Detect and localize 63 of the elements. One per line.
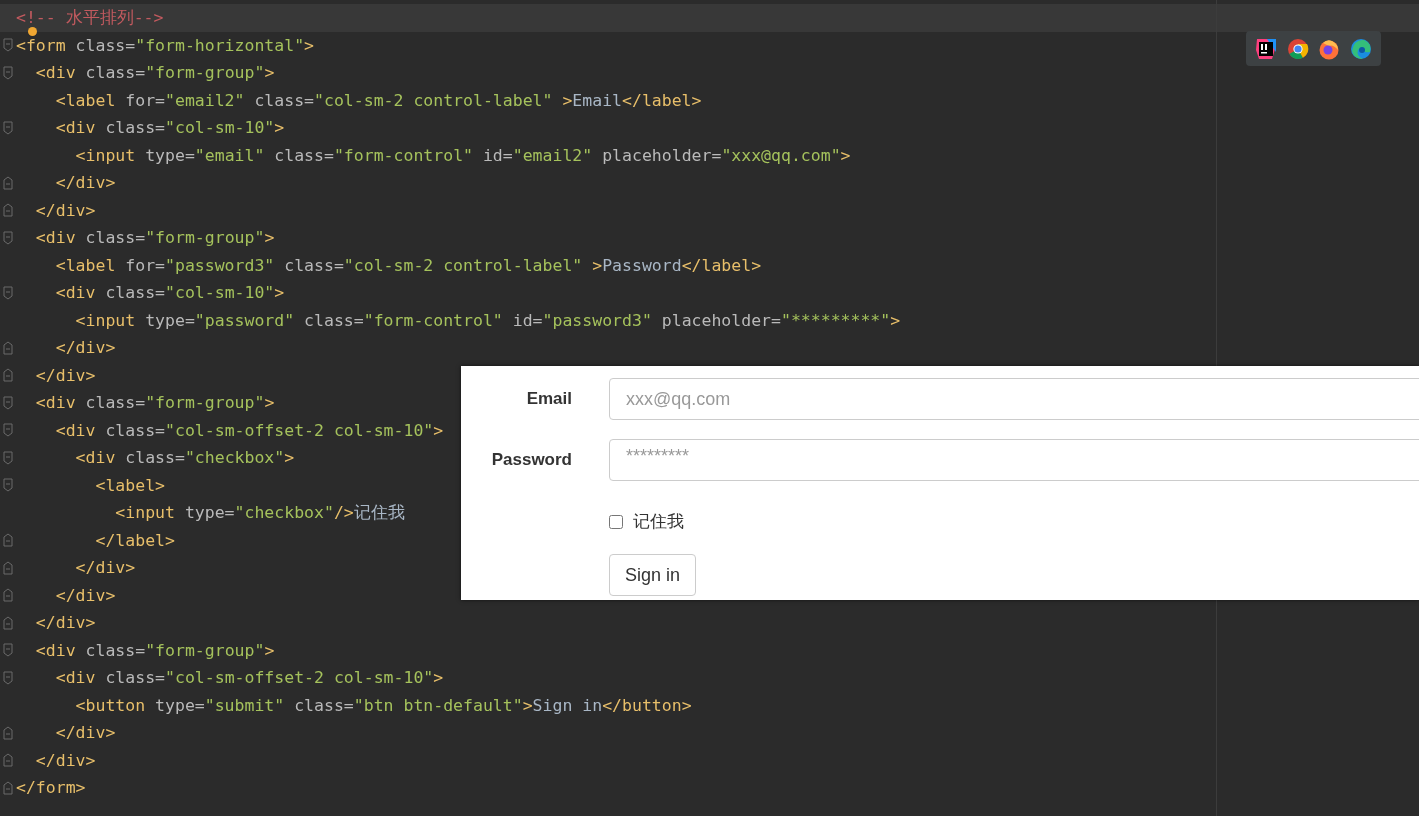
fold-marker-icon[interactable] xyxy=(3,423,13,438)
firefox-icon[interactable] xyxy=(1318,37,1341,60)
fold-marker-icon[interactable] xyxy=(3,65,13,80)
code-line: <div class="checkbox"> xyxy=(74,448,295,468)
code-line: <div class="col-sm-10"> xyxy=(54,118,285,138)
fold-marker-icon[interactable] xyxy=(3,725,13,740)
code-line: <div class="col-sm-10"> xyxy=(54,283,285,303)
code-line: </div> xyxy=(54,173,116,193)
code-line: <div class="form-group"> xyxy=(34,393,275,413)
code-line: </form> xyxy=(16,778,86,798)
fold-marker-icon[interactable] xyxy=(3,670,13,685)
checkbox-label: 记住我 xyxy=(633,511,684,533)
code-line: <form class="form-horizontal"> xyxy=(16,35,315,55)
code-line: <label> xyxy=(94,475,165,495)
fold-marker-icon[interactable] xyxy=(3,478,13,493)
code-line: </div> xyxy=(34,750,96,770)
code-line: </div> xyxy=(34,365,96,385)
password-field[interactable]: ********* xyxy=(609,439,1419,481)
fold-marker-icon[interactable] xyxy=(3,230,13,245)
code-line: <!-- 水平排列--> xyxy=(16,6,164,29)
code-line: </div> xyxy=(54,338,116,358)
fold-marker-icon[interactable] xyxy=(3,450,13,465)
code-line: </label> xyxy=(94,530,175,550)
edge-icon[interactable] xyxy=(1350,37,1373,60)
code-line: <label for="password3" class="col-sm-2 control-label" >Password</label> xyxy=(54,255,762,275)
email-field[interactable]: xxx@qq.com xyxy=(609,378,1419,420)
fold-marker-icon[interactable] xyxy=(3,175,13,190)
code-line: <div class="col-sm-offset-2 col-sm-10"> xyxy=(54,420,444,440)
code-line: </div> xyxy=(54,585,116,605)
fold-marker-icon[interactable] xyxy=(3,643,13,658)
fold-marker-icon[interactable] xyxy=(3,38,13,53)
code-line: </div> xyxy=(74,558,136,578)
fold-marker-icon[interactable] xyxy=(3,203,13,218)
fold-marker-icon[interactable] xyxy=(3,753,13,768)
sign-in-button[interactable]: Sign in xyxy=(609,554,697,596)
code-line: </div> xyxy=(34,613,96,633)
ide-logo-icon[interactable] xyxy=(1254,37,1277,60)
code-line: <label for="email2" class="col-sm-2 control-label" >Email</label> xyxy=(54,90,702,110)
code-line: <input type="email" class="form-control" id="email2" placeholder="xxx@qq.com"> xyxy=(74,145,851,165)
fold-marker-icon[interactable] xyxy=(3,780,13,795)
fold-marker-icon[interactable] xyxy=(3,368,13,383)
code-line: <div class="form-group"> xyxy=(34,63,275,83)
fold-marker-icon[interactable] xyxy=(3,533,13,548)
bulb-icon[interactable] xyxy=(28,27,37,36)
field-label: Email xyxy=(525,389,572,409)
field-label: Password xyxy=(490,450,572,470)
fold-marker-icon[interactable] xyxy=(3,120,13,135)
code-line: <div class="col-sm-offset-2 col-sm-10"> xyxy=(54,668,444,688)
code-line: </div> xyxy=(34,200,96,220)
fold-marker-icon[interactable] xyxy=(3,285,13,300)
fold-marker-icon[interactable] xyxy=(3,340,13,355)
fold-marker-icon[interactable] xyxy=(3,395,13,410)
fold-marker-icon[interactable] xyxy=(3,560,13,575)
fold-marker-icon[interactable] xyxy=(3,615,13,630)
code-line: </div> xyxy=(54,723,116,743)
code-line: <div class="form-group"> xyxy=(34,640,275,660)
fold-marker-icon[interactable] xyxy=(3,588,13,603)
remember-checkbox[interactable] xyxy=(609,514,623,529)
code-line: <input type="password" class="form-control" id="password3" placeholder="*********"> xyxy=(74,310,901,330)
code-line: <input type="checkbox"/>记住我 xyxy=(114,501,405,524)
code-line: <div class="form-group"> xyxy=(34,228,275,248)
chrome-icon[interactable] xyxy=(1286,37,1309,60)
code-line: <button type="submit" class="btn btn-default">Sign in</button> xyxy=(74,695,692,715)
